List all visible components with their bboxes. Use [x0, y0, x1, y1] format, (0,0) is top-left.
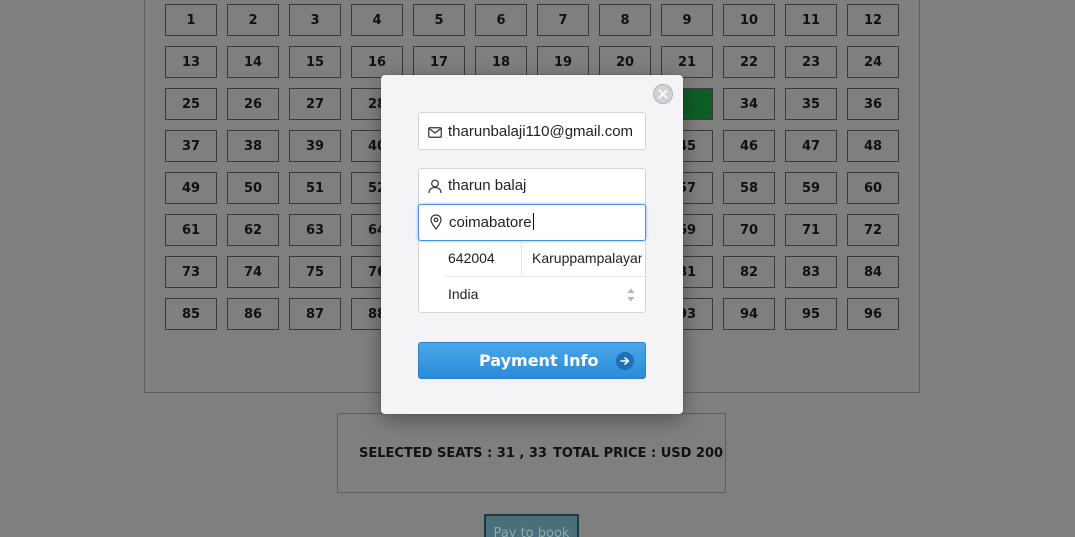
seat-47[interactable]: 47 — [785, 130, 837, 162]
seat-62[interactable]: 62 — [227, 214, 279, 246]
location-pin-icon — [428, 214, 444, 230]
envelope-icon — [427, 124, 443, 140]
seat-49[interactable]: 49 — [165, 172, 217, 204]
seat-51[interactable]: 51 — [289, 172, 341, 204]
seat-20[interactable]: 20 — [599, 46, 651, 78]
city-field[interactable]: coimabatore — [418, 204, 646, 241]
select-arrows-icon — [626, 287, 636, 303]
close-button[interactable] — [653, 84, 673, 104]
seat-38[interactable]: 38 — [227, 130, 279, 162]
seat-3[interactable]: 3 — [289, 4, 341, 36]
seat-7[interactable]: 7 — [537, 4, 589, 36]
seat-82[interactable]: 82 — [723, 256, 775, 288]
seat-86[interactable]: 86 — [227, 298, 279, 330]
address-group: tharun balaj coimabatore 642004 Karuppam… — [418, 168, 646, 313]
city-input-text: coimabatore — [449, 213, 534, 231]
area-field[interactable]: Karuppampalayam — [532, 250, 642, 266]
seat-95[interactable]: 95 — [785, 298, 837, 330]
seat-26[interactable]: 26 — [227, 88, 279, 120]
seat-72[interactable]: 72 — [847, 214, 899, 246]
seat-21[interactable]: 21 — [661, 46, 713, 78]
seat-46[interactable]: 46 — [723, 130, 775, 162]
email-value: tharunbalaji110@gmail.com — [448, 123, 634, 140]
seat-2[interactable]: 2 — [227, 4, 279, 36]
payment-info-button[interactable]: Payment Info — [418, 342, 646, 379]
seat-60[interactable]: 60 — [847, 172, 899, 204]
seat-34[interactable]: 34 — [723, 88, 775, 120]
pay-to-book-button[interactable]: Pay to book — [484, 514, 579, 537]
seat-39[interactable]: 39 — [289, 130, 341, 162]
seat-8[interactable]: 8 — [599, 4, 651, 36]
seat-85[interactable]: 85 — [165, 298, 217, 330]
seat-36[interactable]: 36 — [847, 88, 899, 120]
seat-25[interactable]: 25 — [165, 88, 217, 120]
seat-6[interactable]: 6 — [475, 4, 527, 36]
country-value: India — [448, 286, 479, 302]
seat-84[interactable]: 84 — [847, 256, 899, 288]
seat-23[interactable]: 23 — [785, 46, 837, 78]
seat-9[interactable]: 9 — [661, 4, 713, 36]
checkout-modal: tharunbalaji110@gmail.com tharun balaj c… — [381, 75, 683, 414]
seat-27[interactable]: 27 — [289, 88, 341, 120]
seat-87[interactable]: 87 — [289, 298, 341, 330]
payment-info-label: Payment Info — [479, 351, 599, 370]
seat-10[interactable]: 10 — [723, 4, 775, 36]
name-field[interactable]: tharun balaj — [419, 169, 645, 204]
selected-seats-text: SELECTED SEATS : 31 , 33 — [359, 446, 547, 461]
seat-96[interactable]: 96 — [847, 298, 899, 330]
user-icon — [427, 178, 443, 194]
zip-divider — [521, 241, 522, 277]
seat-71[interactable]: 71 — [785, 214, 837, 246]
seat-1[interactable]: 1 — [165, 4, 217, 36]
seat-73[interactable]: 73 — [165, 256, 217, 288]
arrow-right-icon — [616, 352, 634, 370]
seat-37[interactable]: 37 — [165, 130, 217, 162]
seat-15[interactable]: 15 — [289, 46, 341, 78]
seat-12[interactable]: 12 — [847, 4, 899, 36]
seat-11[interactable]: 11 — [785, 4, 837, 36]
email-field[interactable]: tharunbalaji110@gmail.com — [418, 112, 646, 150]
seat-75[interactable]: 75 — [289, 256, 341, 288]
seat-4[interactable]: 4 — [351, 4, 403, 36]
seat-14[interactable]: 14 — [227, 46, 279, 78]
seat-16[interactable]: 16 — [351, 46, 403, 78]
seat-17[interactable]: 17 — [413, 46, 465, 78]
name-value: tharun balaj — [448, 177, 527, 194]
seat-48[interactable]: 48 — [847, 130, 899, 162]
seat-70[interactable]: 70 — [723, 214, 775, 246]
seat-50[interactable]: 50 — [227, 172, 279, 204]
seat-74[interactable]: 74 — [227, 256, 279, 288]
booking-summary: SELECTED SEATS : 31 , 33 TOTAL PRICE : U… — [337, 413, 726, 493]
seat-19[interactable]: 19 — [537, 46, 589, 78]
zip-field[interactable]: 642004 — [448, 250, 495, 266]
seat-59[interactable]: 59 — [785, 172, 837, 204]
close-icon — [658, 89, 668, 99]
seat-63[interactable]: 63 — [289, 214, 341, 246]
seat-35[interactable]: 35 — [785, 88, 837, 120]
total-price-text: TOTAL PRICE : USD 200 — [553, 446, 724, 461]
country-select[interactable]: India — [419, 277, 645, 312]
seat-18[interactable]: 18 — [475, 46, 527, 78]
seat-58[interactable]: 58 — [723, 172, 775, 204]
seat-5[interactable]: 5 — [413, 4, 465, 36]
seat-24[interactable]: 24 — [847, 46, 899, 78]
seat-83[interactable]: 83 — [785, 256, 837, 288]
seat-22[interactable]: 22 — [723, 46, 775, 78]
seat-13[interactable]: 13 — [165, 46, 217, 78]
text-cursor — [532, 213, 534, 230]
city-value: coimabatore — [449, 214, 532, 231]
zip-area-row: 642004 Karuppampalayam — [446, 241, 645, 277]
seat-94[interactable]: 94 — [723, 298, 775, 330]
seat-61[interactable]: 61 — [165, 214, 217, 246]
